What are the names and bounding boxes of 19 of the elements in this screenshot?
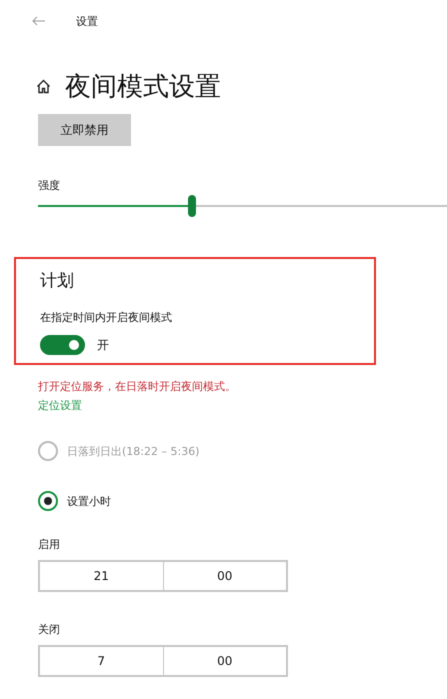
section-title: 计划 [40, 270, 75, 292]
toggle-description: 在指定时间内开启夜间模式 [40, 310, 173, 325]
strength-label: 强度 [38, 178, 61, 193]
radio-label: 设置小时 [67, 494, 111, 508]
toggle-label: 开 [97, 336, 109, 354]
slider-thumb[interactable] [188, 195, 196, 217]
warning-text: 打开定位服务，在日落时开启夜间模式。 [38, 379, 237, 394]
page-heading: 夜间模式设置 [65, 71, 221, 104]
radio-button[interactable] [38, 491, 58, 511]
location-settings-link[interactable]: 定位设置 [38, 398, 82, 413]
toggle-switch[interactable] [40, 335, 85, 355]
strength-slider[interactable] [38, 195, 447, 217]
radio-label: 日落到日出(18:22 – 5:36) [67, 444, 200, 458]
window-title: 设置 [76, 14, 98, 28]
home-icon[interactable] [36, 79, 51, 94]
disable-now-button[interactable]: 立即禁用 [38, 114, 131, 146]
time-label: 启用 [38, 537, 61, 552]
back-arrow-icon[interactable] [32, 16, 46, 26]
time-label: 关闭 [38, 622, 61, 637]
